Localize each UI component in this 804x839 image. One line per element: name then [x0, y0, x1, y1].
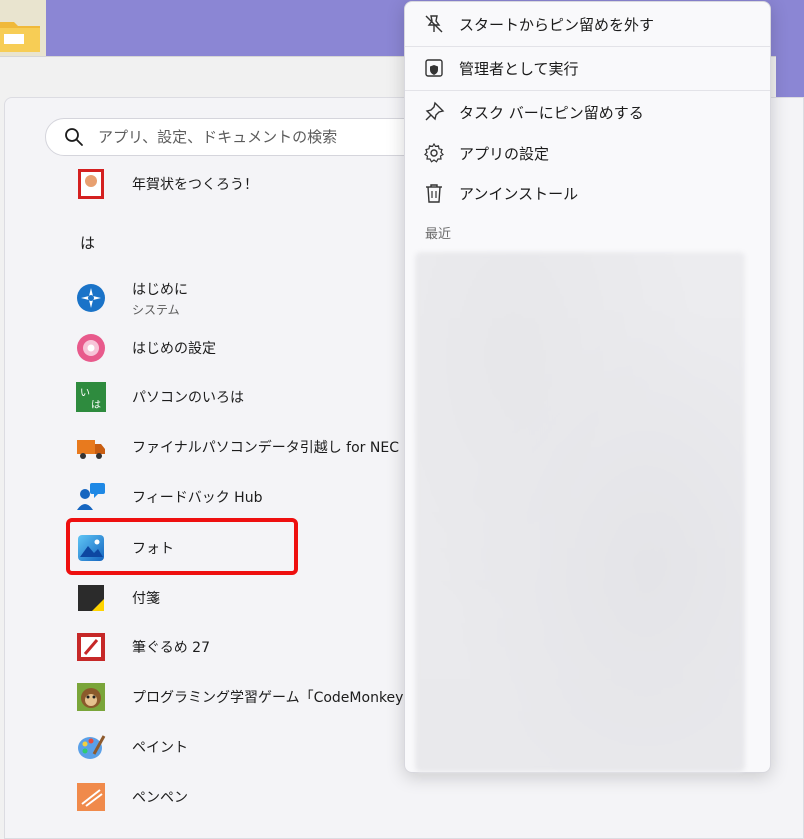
svg-text:い: い — [80, 388, 90, 399]
app-name: 年賀状をつくろう！ — [132, 177, 258, 193]
app-item-get-started[interactable]: はじめに システム — [76, 276, 406, 320]
shield-icon — [425, 59, 443, 77]
app-name: 筆ぐるめ 27 — [132, 640, 210, 656]
app-subtitle: システム — [132, 302, 180, 317]
app-name: はじめに — [132, 281, 188, 298]
app-item-feedback-hub[interactable]: フィードバック Hub — [76, 475, 406, 519]
nengajo-icon — [78, 169, 104, 199]
app-item-sticky-notes[interactable]: 付箋 — [76, 576, 406, 620]
menu-item-app-settings[interactable]: アプリの設定 — [405, 133, 770, 173]
paint-icon — [78, 735, 106, 759]
app-item-iroha[interactable]: い は パソコンのいろは — [76, 375, 406, 419]
get-started-icon — [77, 284, 105, 312]
app-name: 付箋 — [132, 591, 160, 607]
highlight-annotation — [66, 518, 298, 575]
app-name: パソコンのいろは — [132, 390, 244, 406]
menu-item-uninstall[interactable]: アンインストール — [405, 173, 770, 213]
trash-icon — [426, 184, 442, 203]
app-item-data-migration[interactable]: ファイナルパソコンデータ引越し for NEC — [76, 425, 406, 469]
menu-item-label: 管理者として実行 — [459, 59, 579, 78]
app-item-codemonkey[interactable]: プログラミング学習ゲーム「CodeMonkey（コー — [76, 675, 445, 719]
app-name: ファイナルパソコンデータ引越し for NEC — [132, 440, 399, 456]
menu-item-label: タスク バーにピン留めする — [459, 103, 644, 122]
fudegurume-icon — [77, 633, 105, 661]
menu-item-pin-to-taskbar[interactable]: タスク バーにピン留めする — [405, 92, 770, 132]
gear-icon — [424, 142, 444, 163]
app-item-paint[interactable]: ペイント — [76, 725, 406, 769]
feedback-hub-icon — [77, 483, 105, 510]
setup-flower-icon — [77, 334, 105, 362]
pin-icon — [425, 101, 445, 121]
app-name: フィードバック Hub — [132, 490, 263, 506]
folder-icon[interactable] — [0, 12, 42, 56]
app-name: ペンペン — [132, 790, 188, 806]
penpen-icon — [77, 783, 105, 811]
section-letter-ha[interactable]: は — [80, 232, 95, 253]
menu-item-label: スタートからピン留めを外す — [459, 15, 655, 34]
recent-section-label: 最近 — [425, 227, 452, 242]
context-menu: スタートからピン留めを外す 管理者として実行 タスク バーにピン留めする アプリ… — [404, 1, 771, 773]
app-item-setup[interactable]: はじめの設定 — [76, 326, 406, 370]
menu-item-label: アンインストール — [459, 184, 579, 203]
app-name: プログラミング学習ゲーム「CodeMonkey（コー — [132, 690, 446, 706]
iroha-icon: い は — [76, 382, 106, 412]
app-item-penpen[interactable]: ペンペン — [76, 775, 406, 819]
search-box[interactable] — [45, 118, 425, 156]
sticky-notes-icon — [78, 585, 104, 611]
menu-item-unpin-from-start[interactable]: スタートからピン留めを外す — [405, 4, 770, 44]
search-icon — [65, 128, 83, 146]
app-name: ペイント — [132, 740, 188, 756]
codemonkey-icon — [77, 683, 105, 711]
search-input[interactable] — [96, 127, 400, 147]
menu-item-run-as-admin[interactable]: 管理者として実行 — [405, 48, 770, 88]
app-name: はじめの設定 — [132, 341, 216, 357]
app-item-nengajo[interactable]: 年賀状をつくろう！ — [76, 162, 406, 206]
moving-truck-icon — [77, 440, 105, 459]
menu-separator — [405, 46, 770, 47]
unpin-icon — [425, 15, 443, 33]
menu-item-label: アプリの設定 — [459, 144, 550, 163]
menu-separator — [405, 90, 770, 91]
svg-text:は: は — [91, 399, 101, 411]
app-item-fudegurume[interactable]: 筆ぐるめ 27 — [76, 625, 406, 669]
recent-items-blurred — [415, 252, 745, 772]
